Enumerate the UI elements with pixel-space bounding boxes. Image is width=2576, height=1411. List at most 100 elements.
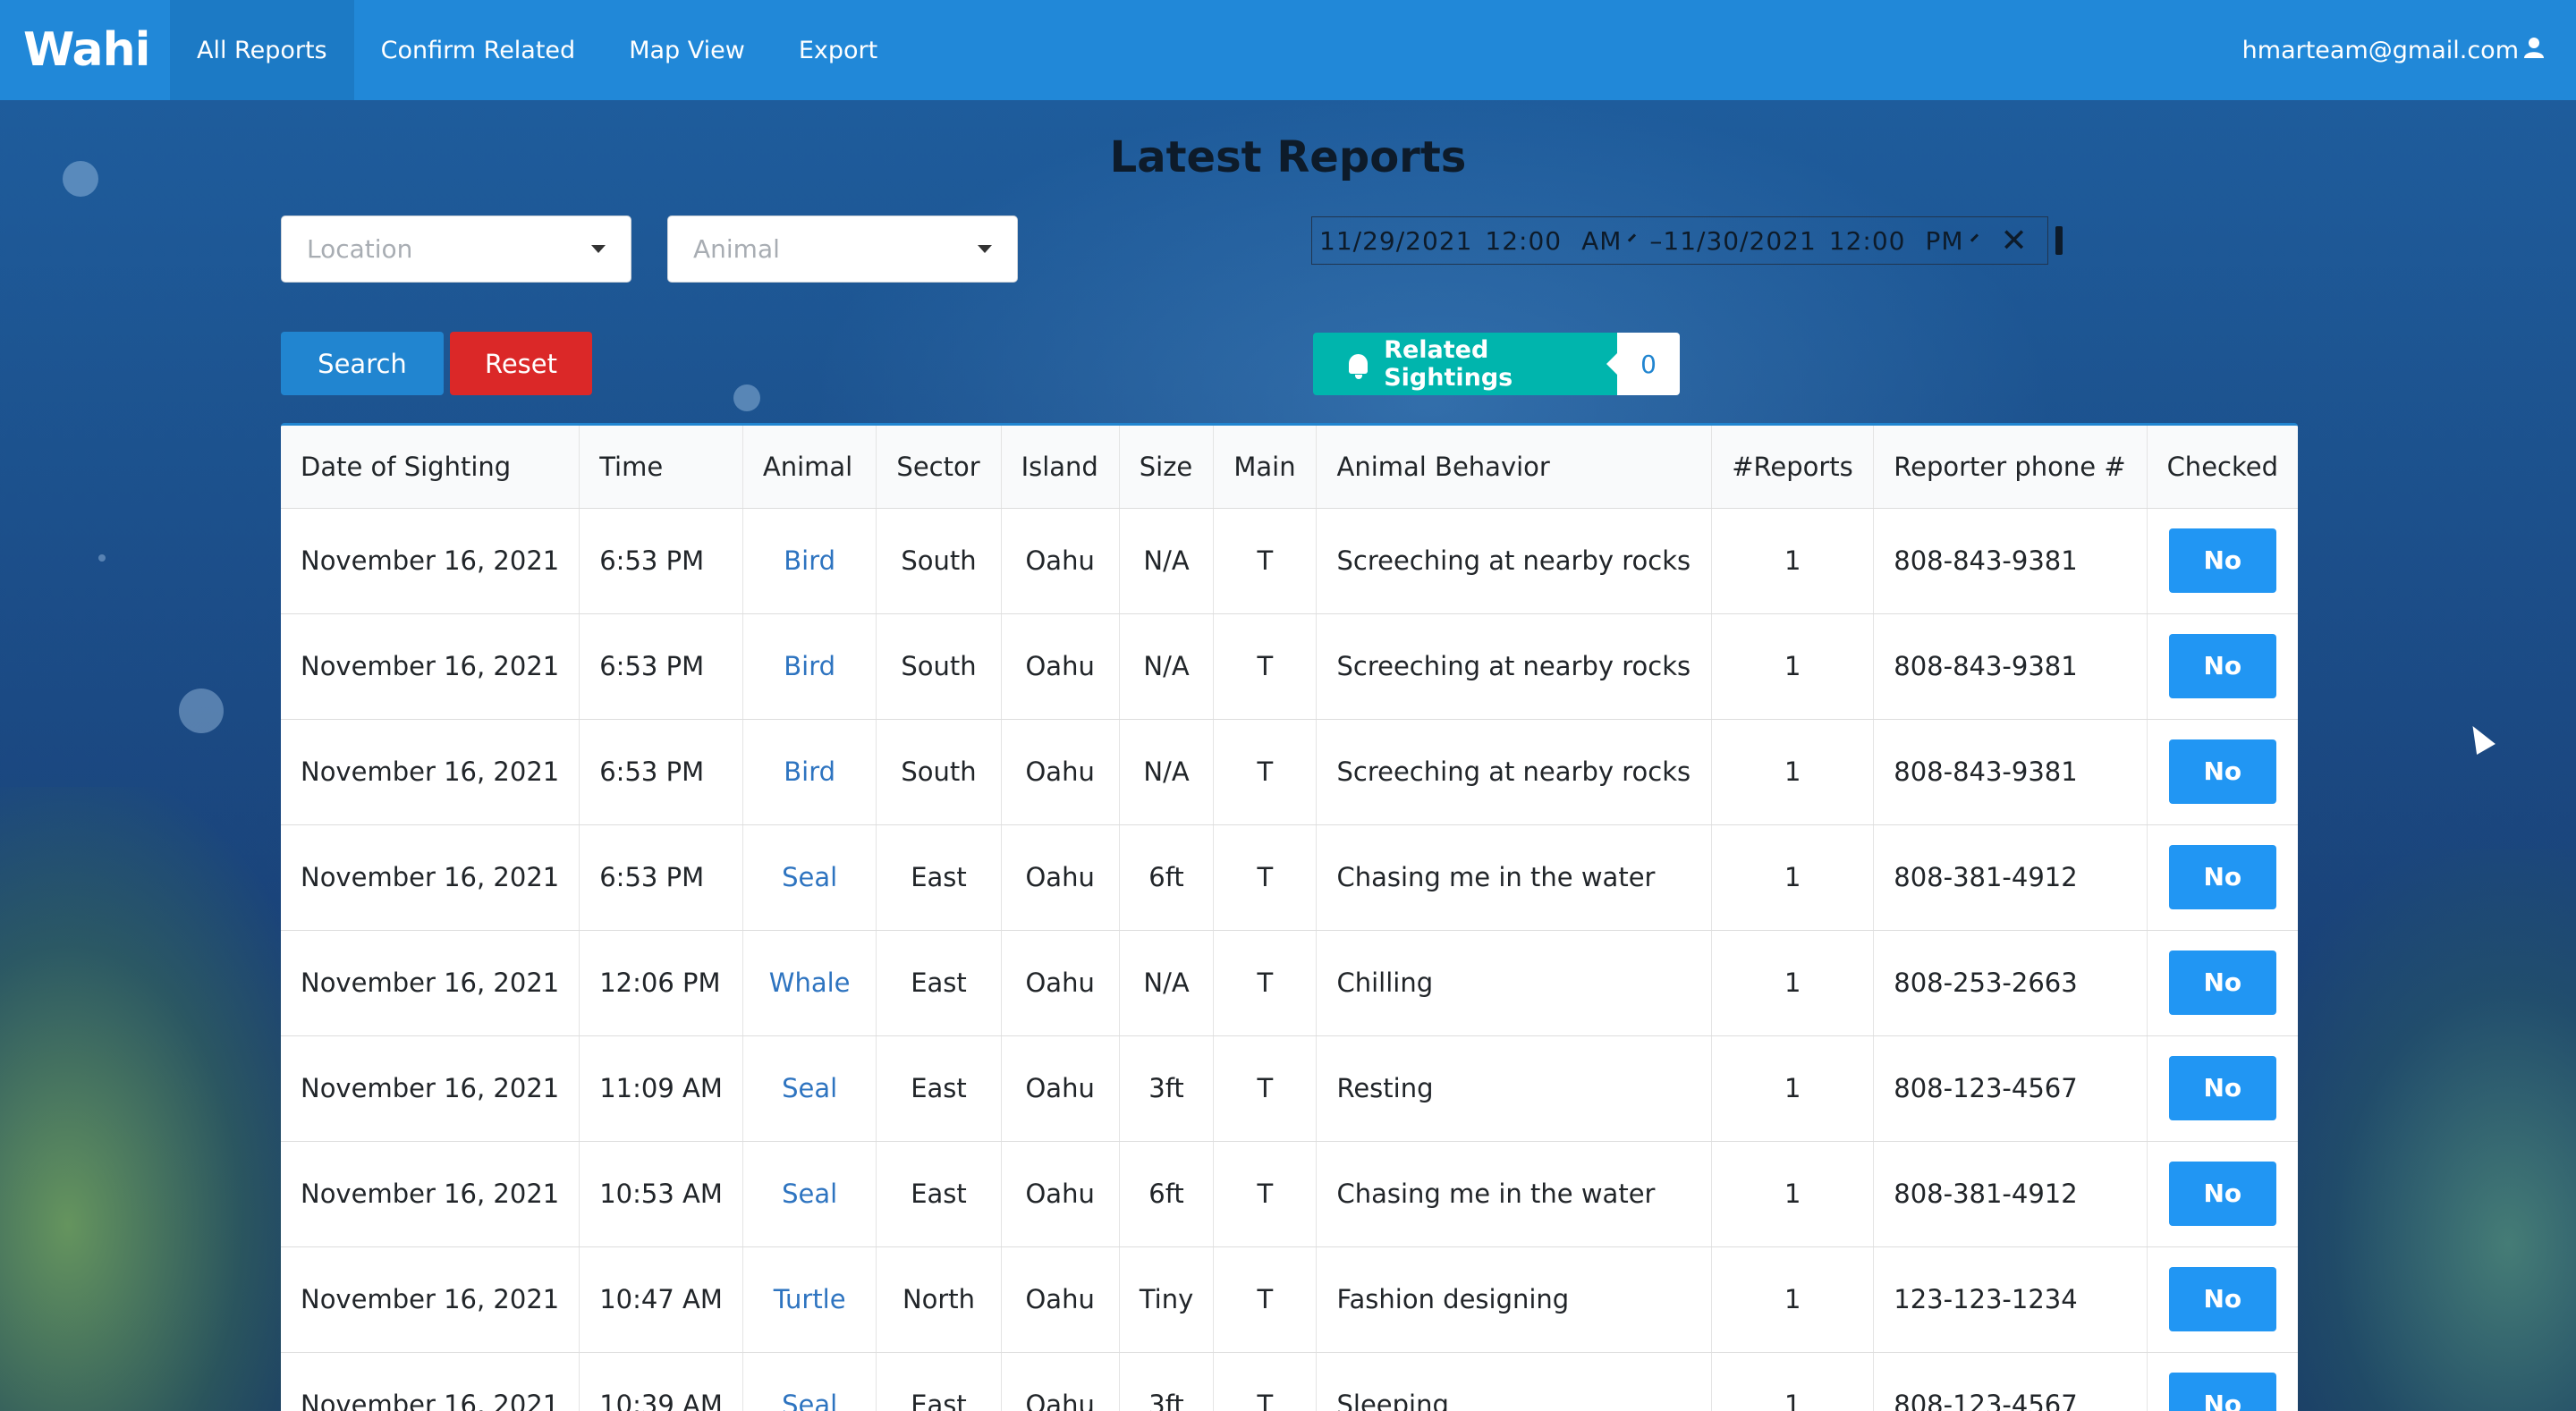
cell-behavior: Screeching at nearby rocks xyxy=(1316,719,1713,825)
start-date[interactable]: 11/29/2021 xyxy=(1319,226,1472,256)
cell-sector: East xyxy=(876,1141,1002,1247)
header-behavior[interactable]: Animal Behavior xyxy=(1316,426,1713,509)
cell-time: 12:06 PM xyxy=(579,930,743,1036)
table-row: November 16, 2021 6:53 PM Bird South Oahu N/A… xyxy=(281,613,2298,720)
cell-checked: No xyxy=(2147,824,2298,931)
table-row: November 16, 2021 10:53 AM Seal East Oahu 6ft… xyxy=(281,1141,2298,1247)
location-dropdown[interactable]: Location xyxy=(281,215,631,283)
cell-island: Oahu xyxy=(1001,613,1120,720)
nav-export[interactable]: Export xyxy=(772,0,904,100)
cell-animal[interactable]: Seal xyxy=(742,1035,877,1142)
cell-checked: No xyxy=(2147,1246,2298,1353)
cell-animal[interactable]: Seal xyxy=(742,824,877,931)
checked-toggle-button[interactable]: No xyxy=(2168,528,2276,593)
cell-checked: No xyxy=(2147,719,2298,825)
header-main[interactable]: Main xyxy=(1213,426,1318,509)
checked-toggle-button[interactable]: No xyxy=(2168,1267,2276,1331)
header-checked[interactable]: Checked xyxy=(2147,426,2298,509)
close-icon[interactable]: ✕ xyxy=(2001,223,2029,259)
brand-logo[interactable]: Wahi xyxy=(0,0,170,100)
search-button[interactable]: Search xyxy=(281,332,444,395)
bubble-decoration xyxy=(733,384,760,411)
cell-phone: 808-843-9381 xyxy=(1873,613,2148,720)
reset-button[interactable]: Reset xyxy=(450,332,592,395)
header-date[interactable]: Date of Sighting xyxy=(281,426,580,509)
cell-date: November 16, 2021 xyxy=(281,719,580,825)
related-sightings-label-box[interactable]: Related Sightings xyxy=(1313,333,1617,395)
cell-animal[interactable]: Whale xyxy=(742,930,877,1036)
cell-size: N/A xyxy=(1119,613,1215,720)
cell-behavior: Resting xyxy=(1316,1035,1713,1142)
cell-island: Oahu xyxy=(1001,1352,1120,1411)
date-range-picker[interactable]: 11/29/2021 12:00 AM – 11/30/2021 12:00 P… xyxy=(1311,216,2063,265)
checked-toggle-button[interactable]: No xyxy=(2168,1162,2276,1226)
user-email: hmarteam@gmail.com xyxy=(2241,36,2519,64)
cell-island: Oahu xyxy=(1001,1141,1120,1247)
header-sector[interactable]: Sector xyxy=(876,426,1002,509)
start-time[interactable]: 12:00 xyxy=(1485,226,1562,256)
calendar-icon[interactable] xyxy=(2055,226,2063,255)
checked-toggle-button[interactable]: No xyxy=(2168,739,2276,804)
user-menu[interactable]: hmarteam@gmail.com xyxy=(2242,0,2576,100)
cell-main: T xyxy=(1213,1141,1318,1247)
cell-reports: 1 xyxy=(1711,1352,1875,1411)
cell-size: N/A xyxy=(1119,508,1215,614)
chevron-down-icon[interactable] xyxy=(1970,233,1979,242)
nav-confirm-related[interactable]: Confirm Related xyxy=(354,0,603,100)
cell-animal[interactable]: Bird xyxy=(742,719,877,825)
checked-toggle-button[interactable]: No xyxy=(2168,1373,2276,1411)
checked-toggle-button[interactable]: No xyxy=(2168,1056,2276,1120)
cell-main: T xyxy=(1213,508,1318,614)
checked-toggle-button[interactable]: No xyxy=(2168,951,2276,1015)
related-sightings-label: Related Sightings xyxy=(1384,336,1513,392)
header-animal[interactable]: Animal xyxy=(742,426,877,509)
cell-checked: No xyxy=(2147,1035,2298,1142)
cell-behavior: Chasing me in the water xyxy=(1316,824,1713,931)
chevron-down-icon[interactable] xyxy=(1628,233,1637,242)
cell-animal[interactable]: Bird xyxy=(742,613,877,720)
cell-sector: South xyxy=(876,508,1002,614)
cell-animal[interactable]: Bird xyxy=(742,508,877,614)
cell-main: T xyxy=(1213,1035,1318,1142)
cell-phone: 808-123-4567 xyxy=(1873,1035,2148,1142)
cell-animal[interactable]: Seal xyxy=(742,1352,877,1411)
checked-toggle-button[interactable]: No xyxy=(2168,845,2276,909)
cell-island: Oahu xyxy=(1001,930,1120,1036)
animal-dropdown[interactable]: Animal xyxy=(667,215,1018,283)
cell-reports: 1 xyxy=(1711,930,1875,1036)
end-time[interactable]: 12:00 xyxy=(1829,226,1906,256)
cell-sector: East xyxy=(876,930,1002,1036)
header-island[interactable]: Island xyxy=(1001,426,1120,509)
related-sightings-button[interactable]: Related Sightings 0 xyxy=(1313,333,1680,395)
cell-sector: East xyxy=(876,824,1002,931)
cell-phone: 808-123-4567 xyxy=(1873,1352,2148,1411)
nav-all-reports[interactable]: All Reports xyxy=(170,0,354,100)
cell-date: November 16, 2021 xyxy=(281,1352,580,1411)
end-date[interactable]: 11/30/2021 xyxy=(1663,226,1816,256)
nav-map-view[interactable]: Map View xyxy=(602,0,772,100)
cell-size: 3ft xyxy=(1119,1352,1215,1411)
header-reports[interactable]: #Reports xyxy=(1711,426,1875,509)
header-size[interactable]: Size xyxy=(1119,426,1215,509)
chevron-down-icon xyxy=(978,245,992,253)
cell-animal[interactable]: Turtle xyxy=(742,1246,877,1353)
header-time[interactable]: Time xyxy=(579,426,743,509)
cell-checked: No xyxy=(2147,508,2298,614)
header-phone[interactable]: Reporter phone # xyxy=(1873,426,2148,509)
end-ampm[interactable]: PM xyxy=(1926,226,1964,256)
checked-toggle-button[interactable]: No xyxy=(2168,634,2276,698)
reports-table: Date of Sighting Time Animal Sector Isla… xyxy=(281,423,2298,1411)
cell-date: November 16, 2021 xyxy=(281,1141,580,1247)
cell-island: Oahu xyxy=(1001,1246,1120,1353)
cell-checked: No xyxy=(2147,930,2298,1036)
cell-animal[interactable]: Seal xyxy=(742,1141,877,1247)
cell-island: Oahu xyxy=(1001,508,1120,614)
cell-time: 6:53 PM xyxy=(579,719,743,825)
cell-date: November 16, 2021 xyxy=(281,1035,580,1142)
cell-date: November 16, 2021 xyxy=(281,508,580,614)
start-ampm[interactable]: AM xyxy=(1581,226,1622,256)
cell-time: 11:09 AM xyxy=(579,1035,743,1142)
cell-behavior: Sleeping xyxy=(1316,1352,1713,1411)
cell-size: N/A xyxy=(1119,719,1215,825)
table-row: November 16, 2021 6:53 PM Bird South Oahu N/A… xyxy=(281,719,2298,825)
